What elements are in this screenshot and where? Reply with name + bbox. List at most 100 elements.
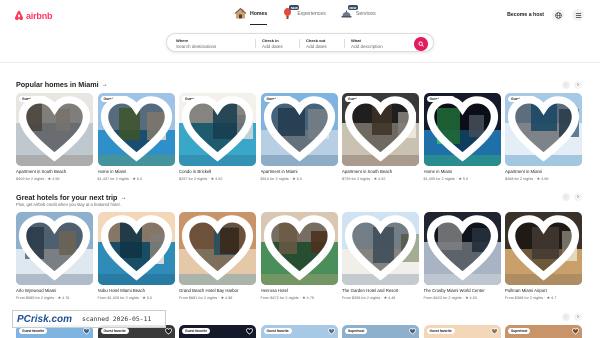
listing-card[interactable]: Guest favorite Condo in Brickell $257 fo… — [179, 93, 256, 181]
section-title-great-hotels[interactable]: Great hotels for your next trip → — [16, 193, 126, 202]
heart-icon[interactable] — [246, 328, 253, 335]
hamburger-menu-icon — [575, 12, 581, 18]
listing-badge: Guest favorite — [19, 328, 48, 334]
listing-title: Apartment in South Beach — [16, 169, 67, 174]
listing-card[interactable]: Guest favorite Apartment in South Beach … — [16, 93, 93, 181]
heart-icon[interactable] — [505, 212, 582, 285]
heart-icon[interactable] — [98, 212, 175, 285]
main-menu-button[interactable] — [572, 9, 584, 21]
listing-price-rating: $409 for 2 nights · ★ 4.96 — [16, 176, 60, 181]
listing-card[interactable]: Nobu Hotel Miami Beach From $1,028 for 2… — [97, 212, 175, 300]
listing-card[interactable]: Guest favorite — [423, 325, 501, 338]
heart-icon[interactable] — [179, 93, 256, 166]
scroll-left-button[interactable]: ‹ — [562, 313, 570, 321]
heart-icon[interactable] — [16, 212, 93, 285]
listing-card[interactable]: The Garden Hotel and Resort From $398 fo… — [342, 212, 419, 300]
scroll-right-button[interactable]: › — [574, 81, 582, 89]
listing-photo-container[interactable] — [260, 212, 338, 285]
listing-title: The Garden Hotel and Resort — [342, 288, 399, 293]
listing-photo-container[interactable]: Guest favorite — [97, 93, 175, 166]
where-field[interactable]: Where Search destinations — [176, 38, 216, 49]
listing-photo-container[interactable] — [179, 212, 256, 285]
listing-photo-container[interactable]: Guest favorite — [260, 93, 338, 166]
heart-icon[interactable] — [572, 328, 579, 335]
house-icon — [234, 7, 247, 19]
listing-card[interactable]: Guest favorite Home in Miami $1,437 for … — [97, 93, 175, 181]
listing-card[interactable]: Guest favorite Apartment in Miami $468 f… — [505, 93, 582, 181]
what-placeholder: Add description — [351, 43, 383, 49]
arrow-right-icon: → — [101, 81, 108, 88]
listing-card[interactable]: Superhost — [505, 325, 582, 338]
listing-photo-container[interactable]: Guest favorite — [423, 93, 501, 166]
globe-icon — [554, 11, 562, 19]
chevron-right-icon: › — [577, 314, 579, 320]
heart-icon[interactable] — [83, 328, 90, 335]
listing-badge: Superhost — [508, 328, 531, 334]
heart-icon[interactable] — [164, 328, 172, 335]
listing-card[interactable]: Guest favorite — [260, 325, 338, 338]
listing-card[interactable]: Grand Beach Hotel Bay Harbor From $681 f… — [179, 212, 256, 300]
listing-photo-container[interactable] — [423, 212, 501, 285]
chevron-right-icon: › — [577, 194, 579, 200]
listing-price-rating: $468 for 2 nights · ★ 4.96 — [505, 176, 549, 181]
scroll-right-button[interactable]: › — [574, 193, 582, 201]
listing-card[interactable]: Guest favorite Home in Miami $1,495 for … — [423, 93, 501, 181]
chevron-left-icon: ‹ — [565, 194, 567, 200]
listing-card[interactable]: Pullman Miami Airport From $368 for 2 ni… — [505, 212, 582, 300]
heart-icon[interactable] — [409, 328, 416, 335]
tab-services[interactable]: NEW Services — [340, 5, 376, 20]
listing-photo-container[interactable] — [342, 212, 419, 285]
heart-icon[interactable] — [179, 212, 256, 285]
airbnb-logo[interactable]: airbnb — [14, 10, 53, 21]
heart-icon[interactable] — [16, 93, 93, 166]
listing-photo-container[interactable]: Guest favorite — [505, 93, 582, 166]
heart-icon[interactable] — [490, 328, 498, 335]
search-button[interactable] — [414, 36, 428, 51]
chevron-left-icon: ‹ — [565, 314, 567, 320]
new-badge: NEW — [347, 5, 358, 10]
tab-homes[interactable]: Homes — [234, 7, 268, 25]
watermark: PCrisk.com scanned 2026-05-11 — [12, 310, 166, 328]
heart-icon[interactable] — [505, 93, 582, 166]
heart-icon[interactable] — [327, 328, 335, 335]
listing-card[interactable]: Guest favorite Apartment in South Beach … — [342, 93, 419, 181]
listing-card[interactable]: Arlo Wynwood Miami From $585 for 2 night… — [16, 212, 93, 300]
listing-card[interactable]: The Crosby Miami World Center From $403 … — [423, 212, 501, 300]
listing-photo-container[interactable] — [16, 212, 93, 285]
listing-photo-container[interactable] — [97, 212, 175, 285]
heart-icon[interactable] — [424, 93, 501, 166]
heart-icon[interactable] — [342, 212, 419, 285]
listing-price-rating: $1,495 for 2 nights · ★ 5.0 — [423, 176, 469, 181]
brand-name: airbnb — [26, 10, 53, 21]
check-out-field[interactable]: Check out Add dates — [306, 38, 327, 49]
listing-title: Condo in Brickell — [179, 169, 212, 174]
section-title-popular-homes[interactable]: Popular homes in Miami → — [16, 80, 108, 89]
scroll-left-button[interactable]: ‹ — [562, 81, 570, 89]
listing-price-rating: From $1,028 for 2 nights · ★ 5.0 — [97, 295, 152, 300]
scroll-right-button[interactable]: › — [574, 313, 582, 321]
become-a-host-link[interactable]: Become a host — [507, 12, 544, 18]
scroll-left-button[interactable]: ‹ — [562, 193, 570, 201]
heart-icon[interactable] — [342, 93, 419, 166]
listing-photo-container[interactable]: Guest favorite — [16, 93, 93, 166]
listing-photo-container[interactable]: Guest favorite — [179, 93, 256, 166]
listing-badge: Guest favorite — [100, 328, 129, 334]
listing-card[interactable]: Henrosa Hotel From $472 for 2 nights · ★… — [260, 212, 338, 300]
listing-card[interactable]: Superhost — [342, 325, 419, 338]
listing-price-rating: $1,437 for 2 nights · ★ 5.0 — [97, 176, 143, 181]
heart-icon[interactable] — [98, 93, 175, 166]
section-subtitle: Plus, get Airbnb credit when you stay at… — [16, 202, 121, 207]
listing-card[interactable]: Guest favorite — [179, 325, 256, 338]
listing-photo-container[interactable] — [505, 212, 582, 285]
check-in-field[interactable]: Check in Add dates — [262, 38, 283, 49]
what-field[interactable]: What Add description — [351, 38, 383, 49]
arrow-right-icon: → — [120, 194, 127, 201]
heart-icon[interactable] — [424, 212, 501, 285]
listing-photo-container[interactable]: Guest favorite — [342, 93, 419, 166]
heart-icon[interactable] — [261, 93, 338, 166]
listing-card[interactable]: Guest favorite Apartment in Miami $510 f… — [260, 93, 338, 181]
language-button[interactable] — [552, 9, 564, 21]
divider — [299, 39, 300, 48]
tab-experiences[interactable]: NEW Experiences — [281, 5, 326, 20]
heart-icon[interactable] — [261, 212, 338, 285]
